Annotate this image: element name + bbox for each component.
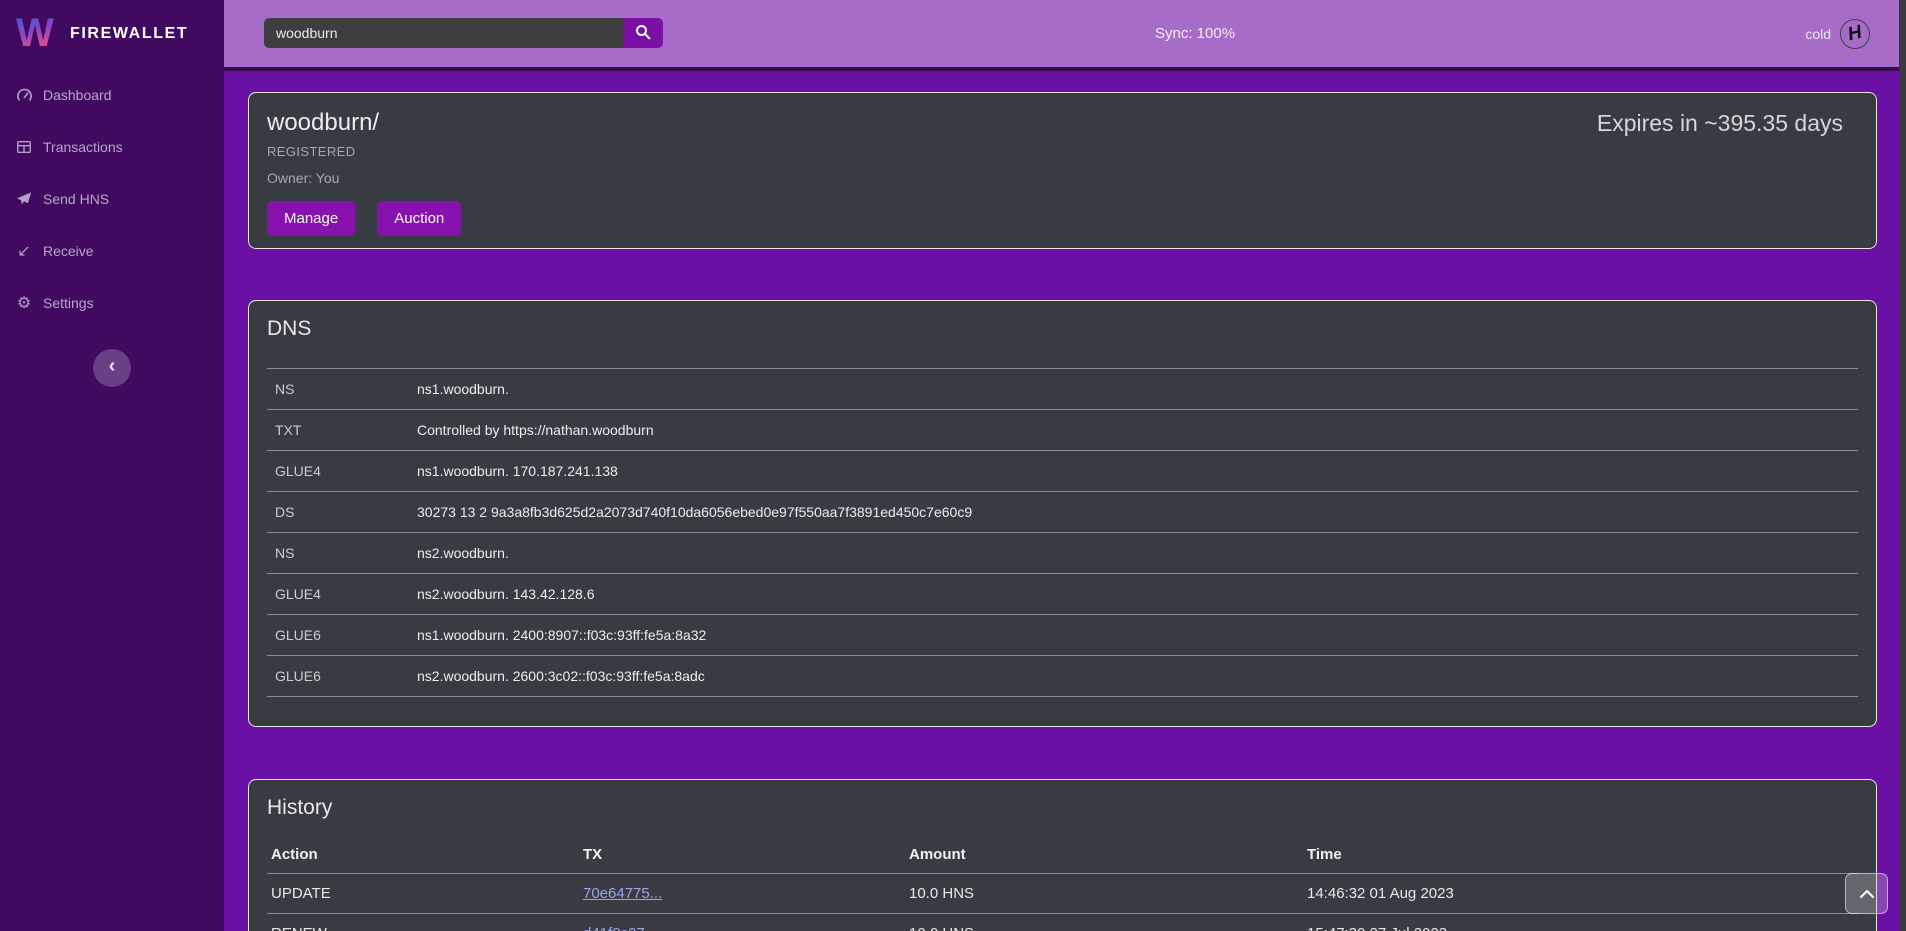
brand-name: FIREWALLET	[70, 25, 188, 43]
column-header-action: Action	[271, 846, 583, 863]
name-summary-card: woodburn/ REGISTERED Owner: You Manage A…	[248, 92, 1877, 249]
dns-record-type: DS	[275, 504, 417, 520]
sidebar-item-dashboard[interactable]: Dashboard	[0, 69, 224, 121]
dns-record-type: GLUE6	[275, 668, 417, 684]
receive-arrow-icon: ↙	[15, 241, 33, 261]
column-header-time: Time	[1307, 846, 1858, 863]
transactions-table-icon	[15, 139, 33, 155]
dns-record-type: GLUE4	[275, 463, 417, 479]
column-header-amount: Amount	[909, 846, 1307, 863]
chevron-up-icon	[1860, 885, 1874, 903]
column-header-tx: TX	[583, 846, 909, 863]
history-action: RENEW	[271, 925, 583, 931]
search-input[interactable]	[264, 18, 623, 48]
sidebar-item-label: Dashboard	[43, 87, 112, 103]
search-icon	[635, 24, 651, 43]
dns-record-row: GLUE6 ns2.woodburn. 2600:3c02::f03c:93ff…	[267, 656, 1858, 697]
sidebar-item-label: Receive	[43, 243, 94, 259]
sidebar-item-receive[interactable]: ↙ Receive	[0, 225, 224, 277]
settings-gear-icon: ⚙	[15, 293, 33, 313]
dns-record-value: ns2.woodburn. 2600:3c02::f03c:93ff:fe5a:…	[417, 668, 1858, 684]
send-plane-icon	[15, 191, 33, 207]
history-action: UPDATE	[271, 885, 583, 902]
dns-record-value: ns1.woodburn. 2400:8907::f03c:93ff:fe5a:…	[417, 627, 1858, 643]
sidebar-item-settings[interactable]: ⚙ Settings	[0, 277, 224, 329]
sidebar: W FIREWALLET Dashboard Transactions	[0, 0, 224, 931]
sidebar-collapse-button[interactable]: ‹	[93, 349, 131, 387]
expires-label: Expires in ~395.35 days	[1597, 108, 1843, 138]
topbar: Sync: 100% cold H	[224, 0, 1906, 71]
history-row: UPDATE 70e64775... 10.0 HNS 14:46:32 01 …	[267, 874, 1858, 914]
status-badge: REGISTERED	[267, 143, 1858, 161]
chevron-left-icon: ‹	[109, 355, 116, 378]
dns-record-row: NS ns1.woodburn.	[267, 369, 1858, 410]
sidebar-item-transactions[interactable]: Transactions	[0, 121, 224, 173]
dns-record-row: GLUE4 ns2.woodburn. 143.42.128.6	[267, 574, 1858, 615]
svg-text:W: W	[16, 12, 54, 52]
sidebar-nav: Dashboard Transactions Send HNS ↙ Receiv…	[0, 69, 224, 329]
history-header-row: Action TX Amount Time	[267, 836, 1858, 874]
dns-record-value: 30273 13 2 9a3a8fb3d625d2a2073d740f10da6…	[417, 504, 1858, 520]
dns-record-value: Controlled by https://nathan.woodburn	[417, 422, 1858, 438]
dns-record-row: GLUE4 ns1.woodburn. 170.187.241.138	[267, 451, 1858, 492]
dns-record-type: GLUE6	[275, 627, 417, 643]
search-group	[264, 18, 663, 48]
dns-record-value: ns1.woodburn.	[417, 381, 1858, 397]
dns-table: NS ns1.woodburn. TXT Controlled by https…	[267, 368, 1858, 697]
dns-record-value: ns1.woodburn. 170.187.241.138	[417, 463, 1858, 479]
brand: W FIREWALLET	[0, 0, 224, 58]
scroll-to-top-button[interactable]	[1845, 873, 1888, 914]
history-title: History	[267, 794, 1858, 822]
auction-button[interactable]: Auction	[377, 201, 461, 236]
owner-label: Owner: You	[267, 168, 1858, 188]
dashboard-gauge-icon	[15, 87, 33, 104]
history-time: 14:46:32 01 Aug 2023	[1307, 885, 1858, 902]
tx-link[interactable]: d41f8c27...	[583, 925, 657, 931]
history-table: Action TX Amount Time UPDATE 70e64775...…	[267, 836, 1858, 931]
name-actions: Manage Auction	[267, 201, 1858, 236]
handshake-logo-icon[interactable]: H	[1840, 19, 1870, 49]
history-card: History Action TX Amount Time UPDATE 70e…	[248, 779, 1877, 931]
dns-record-type: NS	[275, 381, 417, 397]
firewallet-w-logo: W	[16, 12, 60, 57]
manage-button[interactable]: Manage	[267, 201, 355, 236]
history-time: 15:47:30 27 Jul 2023	[1307, 925, 1858, 931]
search-button[interactable]	[623, 18, 663, 48]
dns-record-type: NS	[275, 545, 417, 561]
sidebar-item-label: Settings	[43, 295, 94, 311]
dns-record-value: ns2.woodburn.	[417, 545, 1858, 561]
wallet-area: cold H	[1805, 0, 1870, 67]
dns-record-row: DS 30273 13 2 9a3a8fb3d625d2a2073d740f10…	[267, 492, 1858, 533]
dns-record-type: TXT	[275, 422, 417, 438]
history-amount: 10.0 HNS	[909, 885, 1307, 902]
dns-record-value: ns2.woodburn. 143.42.128.6	[417, 586, 1858, 602]
wallet-name: cold	[1805, 26, 1831, 42]
sync-status: Sync: 100%	[1155, 0, 1235, 67]
dns-record-type: GLUE4	[275, 586, 417, 602]
history-row: RENEW d41f8c27... 10.0 HNS 15:47:30 27 J…	[267, 914, 1858, 931]
dns-title: DNS	[267, 315, 1858, 343]
dns-card: DNS NS ns1.woodburn. TXT Controlled by h…	[248, 300, 1877, 727]
tx-link[interactable]: 70e64775...	[583, 885, 662, 902]
dns-record-row: TXT Controlled by https://nathan.woodbur…	[267, 410, 1858, 451]
vertical-scrollbar[interactable]	[1899, 0, 1906, 931]
sidebar-item-label: Transactions	[43, 139, 123, 155]
sidebar-item-send-hns[interactable]: Send HNS	[0, 173, 224, 225]
dns-record-row: NS ns2.woodburn.	[267, 533, 1858, 574]
sidebar-item-label: Send HNS	[43, 191, 109, 207]
dns-record-row: GLUE6 ns1.woodburn. 2400:8907::f03c:93ff…	[267, 615, 1858, 656]
history-amount: 10.0 HNS	[909, 925, 1307, 931]
